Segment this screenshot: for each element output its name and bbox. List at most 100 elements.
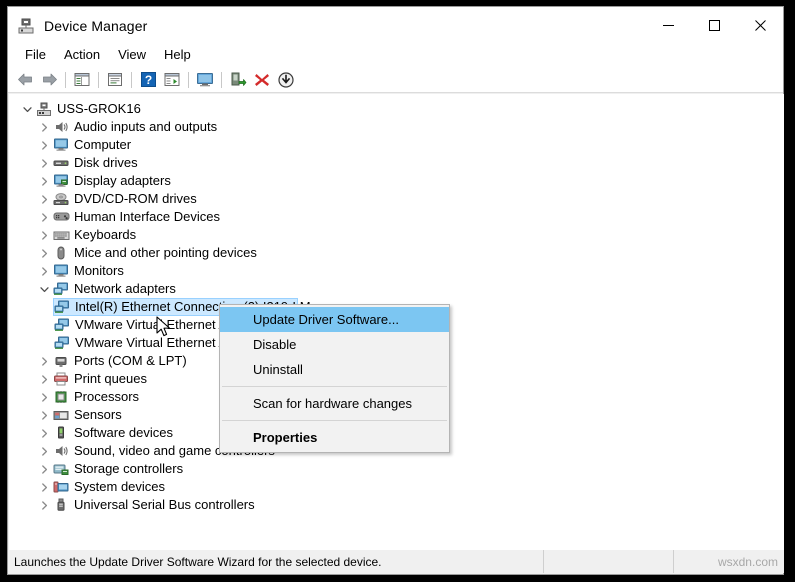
hid-icon (52, 209, 70, 225)
menu-action[interactable]: Action (55, 45, 109, 66)
chevron-right-icon[interactable] (36, 406, 52, 424)
keyboard-icon (52, 227, 70, 243)
usb-icon (52, 497, 70, 513)
disk-icon (52, 155, 70, 171)
tree-item-label: Storage controllers (74, 461, 184, 476)
chevron-right-icon[interactable] (36, 118, 52, 136)
context-menu[interactable]: Update Driver Software... Disable Uninst… (219, 304, 450, 453)
chevron-down-icon[interactable] (19, 100, 35, 118)
tree-item-label: Audio inputs and outputs (74, 119, 218, 134)
tree-item-label: Universal Serial Bus controllers (74, 497, 255, 512)
computer-root-icon (35, 101, 53, 117)
tree-item-label: System devices (74, 479, 166, 494)
tree-row-mice-and-other-pointing-devices[interactable]: Mice and other pointing devices (9, 244, 784, 262)
processor-icon (52, 389, 70, 405)
uninstall-device-icon[interactable] (250, 69, 274, 91)
tree-item-label: Monitors (74, 263, 124, 278)
tree-item-label: Sensors (74, 407, 122, 422)
tree-row-keyboards[interactable]: Keyboards (9, 226, 784, 244)
minimize-button[interactable] (645, 7, 691, 44)
speaker-icon (52, 443, 70, 459)
chevron-right-icon[interactable] (36, 424, 52, 442)
chevron-right-icon[interactable] (36, 262, 52, 280)
chevron-right-icon[interactable] (36, 172, 52, 190)
tree-row-universal-serial-bus-controllers[interactable]: Universal Serial Bus controllers (9, 496, 784, 514)
device-manager-icon (17, 17, 35, 35)
software-device-icon (52, 425, 70, 441)
tree-row-human-interface-devices[interactable]: Human Interface Devices (9, 208, 784, 226)
chevron-right-icon[interactable] (36, 208, 52, 226)
chevron-right-icon[interactable] (36, 154, 52, 172)
chevron-down-icon[interactable] (36, 280, 52, 298)
device-tree-panel[interactable]: USS-GROK16 Audio inputs and outputs Comp… (9, 94, 784, 551)
chevron-right-icon[interactable] (36, 190, 52, 208)
tree-item-label: Software devices (74, 425, 173, 440)
help-icon[interactable]: ? (136, 69, 160, 91)
display-icon[interactable] (193, 69, 217, 91)
menu-help[interactable]: Help (155, 45, 200, 66)
tree-row-storage-controllers[interactable]: Storage controllers (9, 460, 784, 478)
tree-row-computer[interactable]: Computer (9, 136, 784, 154)
tree-row-audio-inputs-and-outputs[interactable]: Audio inputs and outputs (9, 118, 784, 136)
menu-file[interactable]: File (16, 45, 55, 66)
scan-for-hardware-changes-icon[interactable] (160, 69, 184, 91)
status-middle-pane (544, 550, 674, 573)
network-adapter-icon (53, 299, 71, 315)
status-message: Launches the Update Driver Software Wiza… (9, 550, 544, 573)
chevron-right-icon[interactable] (36, 136, 52, 154)
monitor-icon (52, 137, 70, 153)
title-bar: Device Manager (8, 7, 783, 44)
printer-icon (52, 371, 70, 387)
speaker-icon (52, 119, 70, 135)
caption-button-group (645, 7, 783, 44)
system-device-icon (52, 479, 70, 495)
tree-row-root[interactable]: USS-GROK16 (9, 100, 784, 118)
context-menu-item-properties[interactable]: Properties (220, 425, 449, 450)
tree-item-label: DVD/CD-ROM drives (74, 191, 197, 206)
tree-item-label: Computer (74, 137, 132, 152)
tree-row-disk-drives[interactable]: Disk drives (9, 154, 784, 172)
chevron-right-icon[interactable] (36, 496, 52, 514)
chevron-right-icon[interactable] (36, 226, 52, 244)
back-icon[interactable] (13, 69, 37, 91)
chevron-right-icon[interactable] (36, 352, 52, 370)
tree-row-monitors[interactable]: Monitors (9, 262, 784, 280)
tree-item-label: Human Interface Devices (74, 209, 220, 224)
port-icon (52, 353, 70, 369)
tree-item-label: Keyboards (74, 227, 137, 242)
chevron-right-icon[interactable] (36, 244, 52, 262)
monitor-icon (52, 263, 70, 279)
tree-row-dvd-cd-rom-drives[interactable]: DVD/CD-ROM drives (9, 190, 784, 208)
toolbar-separator (131, 71, 132, 88)
toolbar-separator (221, 71, 222, 88)
storage-controller-icon (52, 461, 70, 477)
enable-device-icon[interactable] (226, 69, 250, 91)
show-hide-console-tree-icon[interactable] (70, 69, 94, 91)
tree-item-label: Ports (COM & LPT) (74, 353, 187, 368)
properties-icon[interactable] (103, 69, 127, 91)
watermark: wsxdn.com (717, 554, 778, 569)
mouse-icon (52, 245, 70, 261)
chevron-right-icon[interactable] (36, 442, 52, 460)
context-menu-item-scan-for-hardware-changes[interactable]: Scan for hardware changes (220, 391, 449, 416)
tree-row-display-adapters[interactable]: Display adapters (9, 172, 784, 190)
maximize-button[interactable] (691, 7, 737, 44)
chevron-right-icon[interactable] (36, 388, 52, 406)
menu-view[interactable]: View (109, 45, 155, 66)
chevron-right-icon[interactable] (36, 478, 52, 496)
tree-row-system-devices[interactable]: System devices (9, 478, 784, 496)
tree-row-network-adapters[interactable]: Network adapters (9, 280, 784, 298)
network-adapter-icon (53, 317, 71, 333)
context-menu-item-update-driver-software[interactable]: Update Driver Software... (220, 307, 449, 332)
chevron-right-icon[interactable] (36, 460, 52, 478)
forward-icon[interactable] (37, 69, 61, 91)
tree-item-label: Disk drives (74, 155, 138, 170)
update-driver-icon[interactable] (274, 69, 298, 91)
close-button[interactable] (737, 7, 783, 44)
sensor-icon (52, 407, 70, 423)
svg-text:?: ? (144, 73, 151, 87)
chevron-right-icon[interactable] (36, 370, 52, 388)
context-menu-item-uninstall[interactable]: Uninstall (220, 357, 449, 382)
toolbar-separator (98, 71, 99, 88)
context-menu-item-disable[interactable]: Disable (220, 332, 449, 357)
